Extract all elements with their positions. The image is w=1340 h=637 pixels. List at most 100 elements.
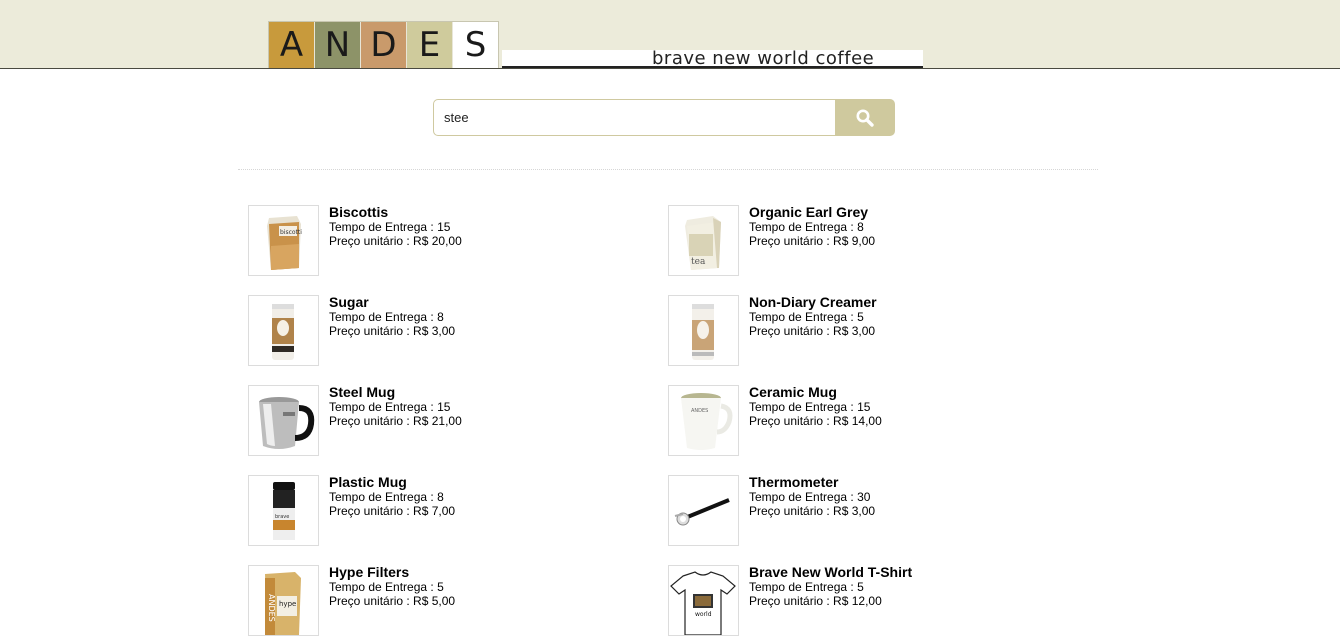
delivery-label: Tempo de Entrega : xyxy=(749,490,858,504)
delivery-time: Tempo de Entrega : 5 xyxy=(749,310,877,324)
price-value: R$ 20,00 xyxy=(413,234,462,248)
product-item[interactable]: world Brave New World T-Shirt Tempo de Ent… xyxy=(668,565,1048,637)
unit-price: Preço unitário : R$ 20,00 xyxy=(329,234,462,248)
product-image[interactable]: biscotti xyxy=(248,205,319,276)
price-value: R$ 3,00 xyxy=(833,324,876,338)
price-label: Preço unitário : xyxy=(329,504,414,518)
unit-price: Preço unitário : R$ 7,00 xyxy=(329,504,455,518)
product-name[interactable]: Non-Diary Creamer xyxy=(749,295,877,310)
product-name[interactable]: Thermometer xyxy=(749,475,875,490)
delivery-value: 30 xyxy=(857,490,871,504)
product-image[interactable]: ANDES xyxy=(668,385,739,456)
delivery-value: 8 xyxy=(857,220,864,234)
svg-text:ANDES: ANDES xyxy=(691,408,708,414)
product-image[interactable]: tea xyxy=(668,205,739,276)
price-value: R$ 3,00 xyxy=(833,504,876,518)
delivery-label: Tempo de Entrega : xyxy=(329,580,438,594)
product-name[interactable]: Steel Mug xyxy=(329,385,462,400)
delivery-label: Tempo de Entrega : xyxy=(749,220,858,234)
delivery-value: 15 xyxy=(437,220,451,234)
product-name[interactable]: Ceramic Mug xyxy=(749,385,882,400)
search-bar xyxy=(433,99,895,136)
product-name[interactable]: Hype Filters xyxy=(329,565,455,580)
unit-price: Preço unitário : R$ 9,00 xyxy=(749,234,875,248)
price-value: R$ 21,00 xyxy=(413,414,462,428)
unit-price: Preço unitário : R$ 3,00 xyxy=(749,324,877,338)
delivery-value: 5 xyxy=(857,310,864,324)
andes-logo[interactable]: A N D E S xyxy=(268,21,499,68)
product-item[interactable]: Thermometer Tempo de Entrega : 30 Preço un… xyxy=(668,475,1048,547)
logo-tile-a: A xyxy=(269,22,314,68)
product-image[interactable] xyxy=(668,295,739,366)
product-item[interactable]: ANDES Ceramic Mug Tempo de Entrega : 15 Pre… xyxy=(668,385,1048,457)
search-button[interactable] xyxy=(835,99,895,136)
product-name[interactable]: Plastic Mug xyxy=(329,475,455,490)
tagline-banner: brave new world coffee xyxy=(502,49,923,69)
results-divider xyxy=(238,169,1098,170)
delivery-label: Tempo de Entrega : xyxy=(329,220,438,234)
delivery-time: Tempo de Entrega : 8 xyxy=(329,490,455,504)
price-label: Preço unitário : xyxy=(329,414,414,428)
svg-text:biscotti: biscotti xyxy=(280,229,302,236)
delivery-value: 15 xyxy=(437,400,451,414)
delivery-time: Tempo de Entrega : 15 xyxy=(749,400,882,414)
delivery-label: Tempo de Entrega : xyxy=(329,310,438,324)
price-value: R$ 5,00 xyxy=(413,594,456,608)
logo-tile-e: E xyxy=(406,22,452,68)
price-label: Preço unitário : xyxy=(329,324,414,338)
svg-text:hype: hype xyxy=(279,600,296,608)
delivery-value: 5 xyxy=(857,580,864,594)
price-value: R$ 7,00 xyxy=(413,504,456,518)
search-input[interactable] xyxy=(433,99,836,136)
delivery-time: Tempo de Entrega : 5 xyxy=(749,580,912,594)
delivery-label: Tempo de Entrega : xyxy=(749,400,858,414)
price-label: Preço unitário : xyxy=(749,594,834,608)
delivery-time: Tempo de Entrega : 15 xyxy=(329,220,462,234)
product-item[interactable]: Steel Mug Tempo de Entrega : 15 Preço unit… xyxy=(248,385,628,457)
product-item[interactable]: Non-Diary Creamer Tempo de Entrega : 5 Pre… xyxy=(668,295,1048,367)
logo-tile-d: D xyxy=(360,22,406,68)
product-image[interactable] xyxy=(248,385,319,456)
product-item[interactable]: tea Organic Earl Grey Tempo de Entrega : 8… xyxy=(668,205,1048,277)
unit-price: Preço unitário : R$ 5,00 xyxy=(329,594,455,608)
product-item[interactable]: Sugar Tempo de Entrega : 8 Preço unitário … xyxy=(248,295,628,367)
product-name[interactable]: Organic Earl Grey xyxy=(749,205,875,220)
svg-text:brave: brave xyxy=(275,514,289,520)
product-image[interactable] xyxy=(248,295,319,366)
product-item[interactable]: ANDES hype Hype Filters Tempo de Entrega : … xyxy=(248,565,628,637)
price-label: Preço unitário : xyxy=(749,414,834,428)
product-name[interactable]: Sugar xyxy=(329,295,455,310)
delivery-label: Tempo de Entrega : xyxy=(749,310,858,324)
product-image[interactable] xyxy=(668,475,739,546)
delivery-time: Tempo de Entrega : 8 xyxy=(749,220,875,234)
price-value: R$ 3,00 xyxy=(413,324,456,338)
unit-price: Preço unitário : R$ 14,00 xyxy=(749,414,882,428)
price-label: Preço unitário : xyxy=(749,324,834,338)
product-item[interactable]: biscotti Biscottis Tempo de Entrega : 15 Pr… xyxy=(248,205,628,277)
logo-tile-n: N xyxy=(314,22,360,68)
unit-price: Preço unitário : R$ 3,00 xyxy=(749,504,875,518)
svg-text:world: world xyxy=(695,611,712,618)
product-image[interactable]: ANDES hype xyxy=(248,565,319,636)
product-item[interactable]: brave Plastic Mug Tempo de Entrega : 8 Preç… xyxy=(248,475,628,547)
delivery-value: 8 xyxy=(437,490,444,504)
delivery-value: 5 xyxy=(437,580,444,594)
delivery-time: Tempo de Entrega : 8 xyxy=(329,310,455,324)
delivery-time: Tempo de Entrega : 5 xyxy=(329,580,455,594)
product-image[interactable]: brave xyxy=(248,475,319,546)
price-value: R$ 9,00 xyxy=(833,234,876,248)
svg-text:tea: tea xyxy=(691,257,706,267)
delivery-time: Tempo de Entrega : 15 xyxy=(329,400,462,414)
search-icon xyxy=(856,109,874,127)
price-label: Preço unitário : xyxy=(329,594,414,608)
delivery-label: Tempo de Entrega : xyxy=(329,400,438,414)
delivery-label: Tempo de Entrega : xyxy=(749,580,858,594)
product-image[interactable]: world xyxy=(668,565,739,636)
price-label: Preço unitário : xyxy=(329,234,414,248)
delivery-label: Tempo de Entrega : xyxy=(329,490,438,504)
price-label: Preço unitário : xyxy=(749,504,834,518)
delivery-value: 8 xyxy=(437,310,444,324)
unit-price: Preço unitário : R$ 21,00 xyxy=(329,414,462,428)
product-name[interactable]: Biscottis xyxy=(329,205,462,220)
product-name[interactable]: Brave New World T-Shirt xyxy=(749,565,912,580)
